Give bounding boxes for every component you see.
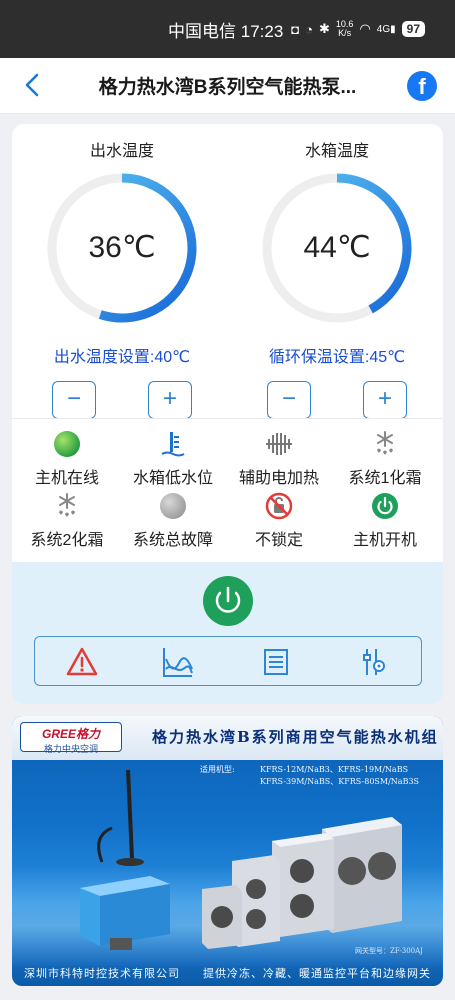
company-name: 深圳市科特时控技术有限公司 [24, 967, 180, 980]
tank-setpoint: 循环保温设置:45℃ [268, 349, 406, 366]
water-level-icon [159, 430, 187, 458]
chart-icon [163, 648, 193, 677]
logo-top-text: GREE格力 [41, 727, 100, 741]
tank-temp-value: 44℃ [303, 231, 371, 264]
models-label: 适用机型: [200, 765, 235, 774]
settings-button[interactable] [357, 645, 391, 679]
status-item-host-online: 主机在线 [12, 430, 122, 488]
status-label: 主机在线 [34, 470, 99, 487]
heat-pump-units-image [202, 817, 402, 949]
outlet-increase-button[interactable]: + [148, 381, 192, 419]
status-item-sys2-defrost: 系统2化霜 [12, 492, 122, 550]
facebook-icon: f [418, 74, 426, 99]
status-label: 主机开机 [352, 532, 417, 549]
gateway-model-ref: 网关型号：ZF-300AJ [355, 947, 423, 955]
status-item-system-fault: 系统总故障 [118, 492, 228, 550]
nav-bar: 格力热水湾B系列空气能热泵... f [0, 58, 455, 114]
power-button[interactable] [203, 576, 253, 626]
banner-title: 格力热水湾B系列商用空气能热水机组 [152, 728, 439, 746]
back-button[interactable] [18, 70, 48, 100]
promo-banner[interactable]: GREE格力 格力中央空调 格力热水湾B系列商用空气能热水机组 适用机型: KF… [12, 716, 443, 986]
status-label: 辅助电加热 [238, 470, 319, 487]
tank-increase-button[interactable]: + [363, 381, 407, 419]
speed-unit: K/s [338, 28, 352, 38]
network-speed: 10.6 K/s [336, 20, 354, 38]
outlet-stepper: − + [22, 381, 222, 419]
settings-sliders-icon [363, 649, 385, 675]
carrier-time: 中国电信 17:23 [168, 21, 284, 41]
gree-logo: GREE格力 格力中央空调 [20, 722, 122, 754]
device-control-card: 出水温度 36℃ 出水温度设置:40℃ − + 水箱温度 44℃ 循环保温设置:… [12, 124, 443, 704]
tank-decrease-button[interactable]: − [267, 381, 311, 419]
warning-icon [66, 647, 98, 676]
models-line: KFRS-12M/NaB3、KFRS-19M/NaBS [260, 765, 409, 774]
status-label: 系统总故障 [132, 532, 213, 549]
models-line: KFRS-39M/NaBS、KFRS-80SM/NaB3S [260, 777, 420, 786]
outlet-temp-value: 36℃ [88, 231, 156, 264]
battery-indicator: 97 [401, 21, 425, 37]
page-title: 格力热水湾B系列空气能热泵... [98, 77, 357, 98]
status-bar: 中国电信 17:23 ◘ ◔ ✱ 10.6 K/s ◠ 4G▮ 97 [0, 0, 455, 58]
parameter-list-button[interactable] [259, 645, 293, 679]
electric-heater-icon [265, 430, 293, 458]
tank-temp-gauge: 44℃ [260, 171, 414, 325]
nfc-icon: ◘ [291, 21, 300, 37]
list-icon [264, 649, 288, 675]
control-panel [12, 562, 443, 704]
gateway-device-image [80, 769, 170, 950]
defrost-icon [371, 430, 399, 458]
function-toolbar [34, 636, 422, 686]
defrost-icon [53, 492, 81, 520]
status-label: 系统2化霜 [30, 532, 104, 549]
unlocked-icon [265, 492, 293, 520]
status-item-sys1-defrost: 系统1化霜 [330, 430, 440, 488]
power-on-icon [371, 492, 399, 520]
status-item-aux-heater: 辅助电加热 [224, 430, 334, 488]
divider [12, 418, 443, 419]
logo-bottom-text: 格力中央空调 [43, 744, 98, 754]
status-label: 水箱低水位 [132, 470, 213, 487]
fault-indicator-icon [159, 492, 187, 520]
wifi-icon: ◠ [359, 21, 371, 36]
tank-stepper: − + [237, 381, 437, 419]
outlet-temp-gauge: 36℃ [45, 171, 199, 325]
alarm-icon: ◔ [305, 21, 313, 37]
banner-footer: 深圳市科特时控技术有限公司 提供冷冻、冷藏、暖通监控平台和边缘网关 [12, 960, 443, 986]
facebook-button[interactable]: f [407, 71, 437, 101]
status-item-unlocked: 不锁定 [224, 492, 334, 550]
company-slogan: 提供冷冻、冷藏、暖通监控平台和边缘网关 [203, 967, 431, 980]
outlet-setpoint: 出水温度设置:40℃ [53, 349, 191, 366]
outlet-decrease-button[interactable]: − [52, 381, 96, 419]
status-item-host-power: 主机开机 [330, 492, 440, 550]
chevron-left-icon [25, 73, 39, 97]
outlet-temp-label: 出水温度 [89, 143, 154, 160]
tank-temp-label: 水箱温度 [304, 143, 369, 160]
network-type: 4G [376, 23, 391, 35]
alarm-button[interactable] [65, 645, 99, 679]
history-chart-button[interactable] [161, 645, 195, 679]
models-list: KFRS-12M/NaB3、KFRS-19M/NaBS KFRS-39M/NaB… [260, 764, 440, 788]
power-icon [215, 586, 241, 613]
signal-icon: 4G▮ [376, 23, 396, 35]
tank-temp-section: 水箱温度 44℃ 循环保温设置:45℃ − + [237, 132, 437, 419]
status-icons: ◘ ◔ ✱ 10.6 K/s ◠ 4G▮ 97 [291, 20, 425, 38]
outlet-temp-section: 出水温度 36℃ 出水温度设置:40℃ − + [22, 132, 222, 419]
status-label: 不锁定 [254, 532, 303, 549]
status-label: 系统1化霜 [348, 470, 422, 487]
status-item-low-water: 水箱低水位 [118, 430, 228, 488]
online-indicator-icon [53, 430, 81, 458]
bluetooth-icon: ✱ [319, 21, 330, 36]
